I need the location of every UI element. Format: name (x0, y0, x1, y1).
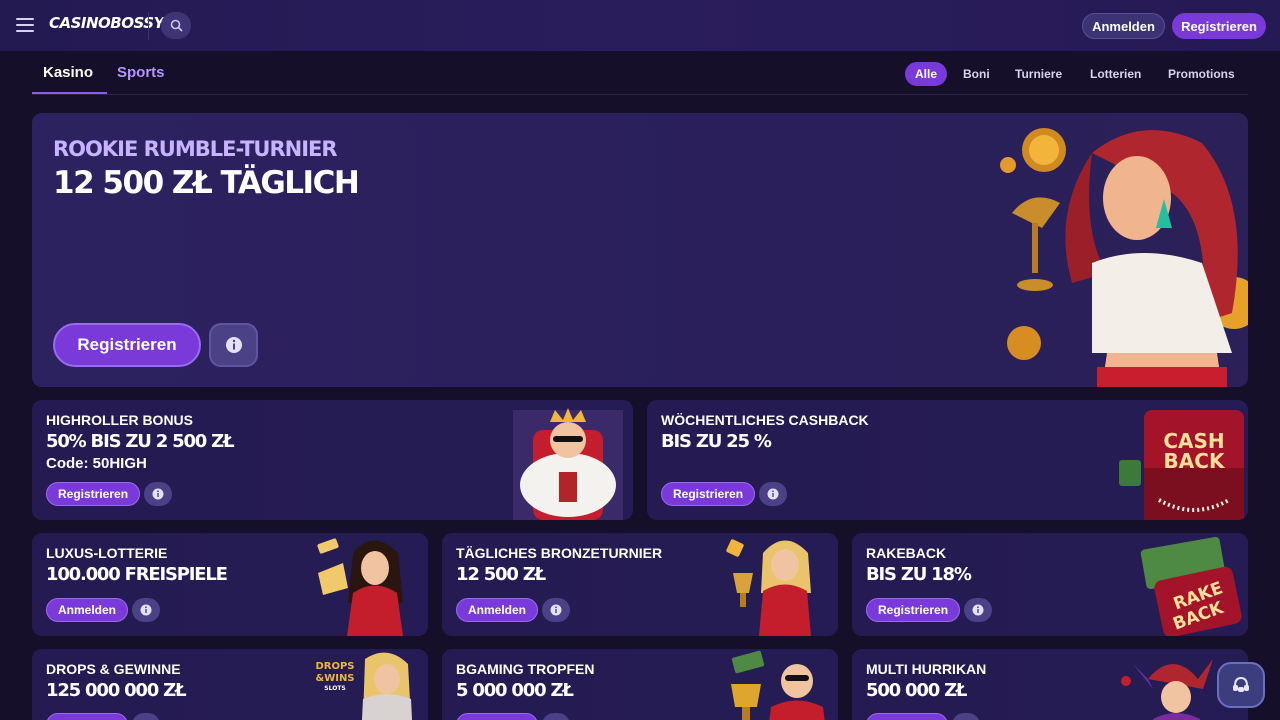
login-button[interactable]: Anmelden (46, 598, 129, 622)
card-title: BGAMING TROPFEN (456, 661, 595, 677)
hero-character-illustration (1000, 128, 1248, 387)
divider (148, 12, 149, 40)
drops-wins-character-illustration: DROPS &WINS SLOTS (315, 652, 413, 720)
card-weekly-cashback[interactable]: WÖCHENTLICHES CASHBACK bis zu 25 % Regis… (647, 400, 1248, 520)
card-rakeback[interactable]: RAKEBACK bis zu 18% Registrieren RAKE BA… (852, 533, 1248, 636)
lottery-character-illustration (317, 538, 403, 636)
card-value: 100.000 Freispiele (46, 564, 228, 585)
card-value: 12 500 zł (456, 564, 546, 585)
filter-lotterien[interactable]: Lotterien (1090, 62, 1141, 86)
register-button[interactable]: Registrieren (46, 482, 141, 506)
tournament-character-illustration (726, 539, 811, 636)
drops-wins-art-text-middle: &WINS (315, 673, 354, 684)
search-icon (170, 19, 183, 32)
card-value: 125 000 000 zł (46, 680, 187, 701)
info-icon (225, 337, 242, 353)
filter-boni[interactable]: Boni (963, 62, 990, 86)
tabs-divider (32, 94, 1248, 95)
cashback-box-illustration: CASH BACK (1119, 410, 1244, 520)
card-highroller-bonus[interactable]: HIGHROLLER BONUS 50% bis zu 2 500 zł Cod… (32, 400, 633, 520)
filter-alle[interactable]: Alle (905, 62, 948, 86)
info-icon (972, 604, 984, 616)
login-button[interactable]: Anmelden (1082, 13, 1165, 39)
register-button[interactable]: Registrieren (1172, 13, 1266, 39)
info-button[interactable] (759, 482, 787, 506)
card-bgaming-drops[interactable]: BGAMING TROPFEN 5 000 000 zł (442, 649, 838, 720)
info-button[interactable] (952, 713, 980, 720)
search-button[interactable] (161, 12, 191, 39)
support-agent-icon (1233, 676, 1249, 692)
card-button[interactable] (866, 713, 948, 720)
card-value: 50% bis zu 2 500 zł (46, 431, 235, 452)
hero-register-button[interactable]: Registrieren (53, 323, 201, 367)
card-value: 5 000 000 zł (456, 680, 574, 701)
info-button[interactable] (542, 598, 570, 622)
top-bar: CASINOBOSSY Anmelden Registrieren (0, 0, 1280, 51)
bgaming-character-illustration (731, 650, 825, 720)
filter-promotions[interactable]: Promotions (1168, 62, 1235, 86)
info-icon (767, 488, 779, 500)
hero-subtitle: Rookie Rumble-Turnier (53, 137, 338, 161)
card-drops-wins[interactable]: DROPS & GEWINNE 125 000 000 zł DROPS &WI… (32, 649, 428, 720)
card-button[interactable] (456, 713, 538, 720)
bonus-code: Code: 50HIGH (46, 455, 147, 472)
card-value: 500 000 zł (866, 680, 968, 701)
menu-icon[interactable] (16, 18, 34, 32)
hero-info-button[interactable] (209, 323, 258, 367)
card-multi-hurricane[interactable]: MULTI HURRIKAN 500 000 zł (852, 649, 1248, 720)
info-button[interactable] (964, 598, 992, 622)
card-title: WÖCHENTLICHES CASHBACK (661, 412, 869, 428)
info-button[interactable] (132, 713, 160, 720)
filter-turniere[interactable]: Turniere (1015, 62, 1062, 86)
info-icon (550, 604, 562, 616)
tab-sports[interactable]: Sports (117, 64, 165, 81)
info-button[interactable] (542, 713, 570, 720)
info-button[interactable] (144, 482, 172, 506)
card-button[interactable] (46, 713, 128, 720)
tab-kasino[interactable]: Kasino (43, 64, 93, 81)
king-character-illustration (513, 408, 623, 520)
card-luxus-lotterie[interactable]: LUXUS-LOTTERIE 100.000 Freispiele Anmeld… (32, 533, 428, 636)
support-chat-button[interactable] (1217, 662, 1265, 708)
card-title: TÄGLICHES BRONZETURNIER (456, 545, 663, 561)
hero-banner: Rookie Rumble-Turnier 12 500 zł täglich … (32, 113, 1248, 387)
register-button[interactable]: Registrieren (661, 482, 756, 506)
card-title: HIGHROLLER BONUS (46, 412, 193, 428)
info-icon (140, 604, 152, 616)
logo[interactable]: CASINOBOSSY (49, 14, 164, 32)
hero-title: 12 500 zł täglich (53, 165, 360, 201)
drops-wins-art-text-top: DROPS (315, 661, 354, 672)
card-title: LUXUS-LOTTERIE (46, 545, 168, 561)
register-button[interactable]: Registrieren (866, 598, 961, 622)
info-button[interactable] (132, 598, 160, 622)
card-daily-bronze-tournament[interactable]: TÄGLICHES BRONZETURNIER 12 500 zł Anmeld… (442, 533, 838, 636)
card-value: bis zu 25 % (661, 431, 772, 452)
drops-wins-art-text-bottom: SLOTS (324, 685, 345, 692)
card-title: RAKEBACK (866, 545, 947, 561)
card-title: DROPS & GEWINNE (46, 661, 181, 677)
info-icon (152, 488, 164, 500)
card-title: MULTI HURRIKAN (866, 661, 987, 677)
card-value: bis zu 18% (866, 564, 972, 585)
rakeback-box-illustration: RAKE BACK (1140, 536, 1242, 636)
login-button[interactable]: Anmelden (456, 598, 539, 622)
cashback-art-text-bottom: BACK (1164, 449, 1226, 473)
